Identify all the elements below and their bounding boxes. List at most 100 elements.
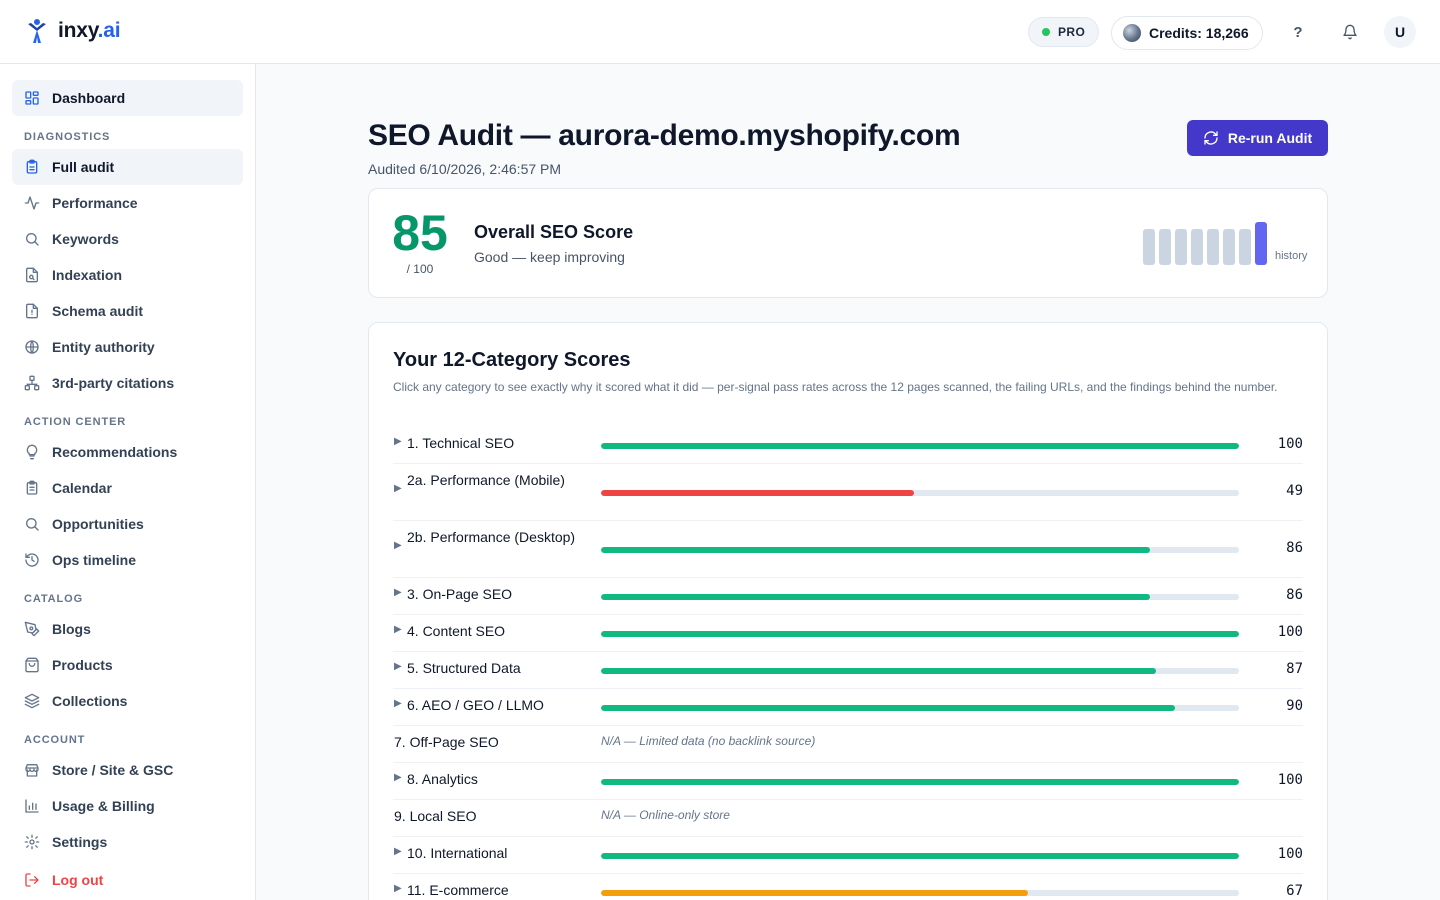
score-history-label: history <box>1275 250 1308 262</box>
sidebar-item-label: Settings <box>52 834 108 850</box>
category-name: 9. Local SEO <box>394 807 477 824</box>
category-row[interactable]: ▶ 2a. Performance (Mobile) 49 <box>393 464 1303 521</box>
logout-label: Log out <box>52 872 104 888</box>
sidebar-item-usage-billing[interactable]: Usage & Billing <box>12 788 243 824</box>
credits-button[interactable]: Credits: 18,266 <box>1111 16 1263 50</box>
category-score-fill <box>601 630 1239 637</box>
category-row[interactable]: ▶ 3. On-Page SEO 86 <box>393 578 1303 615</box>
user-avatar[interactable]: U <box>1384 16 1416 48</box>
category-row[interactable]: ▶ 2b. Performance (Desktop) 86 <box>393 521 1303 578</box>
category-score-bar <box>601 667 1239 674</box>
category-na-note: N/A — Limited data (no backlink source) <box>601 733 816 748</box>
category-score-bar <box>601 889 1239 896</box>
category-score-fill <box>601 489 914 496</box>
sidebar-item-opportunities[interactable]: Opportunities <box>12 506 243 542</box>
category-name: 11. E-commerce <box>407 881 509 898</box>
sidebar-item-settings[interactable]: Settings <box>12 824 243 860</box>
category-score-value: 100 <box>1277 771 1303 788</box>
expand-caret-icon[interactable]: ▶ <box>394 540 402 551</box>
brand[interactable]: inxy.ai <box>26 18 121 44</box>
expand-caret-icon[interactable]: ▶ <box>394 883 402 894</box>
sidebar-item-entity-authority[interactable]: Entity authority <box>12 329 243 365</box>
coin-icon <box>1123 24 1141 42</box>
category-score-value: 87 <box>1286 660 1303 677</box>
nav-section-action-center: ACTION CENTER <box>24 416 127 428</box>
sidebar-item-schema-audit[interactable]: Schema audit <box>12 293 243 329</box>
rerun-audit-button[interactable]: Re-run Audit <box>1187 120 1328 156</box>
sidebar-item-label: Products <box>52 657 113 673</box>
category-score-value: 90 <box>1286 697 1303 714</box>
credits-label: Credits: 18,266 <box>1149 25 1249 41</box>
help-button[interactable]: ? <box>1286 20 1310 44</box>
overall-score-description: Good — keep improving <box>474 249 625 265</box>
notifications-button[interactable] <box>1338 20 1362 44</box>
category-score-fill <box>601 889 1029 896</box>
sidebar-item-label: Keywords <box>52 231 119 247</box>
shopping-bag-icon <box>25 657 39 673</box>
sidebar-item-label: Calendar <box>52 480 112 496</box>
sidebar-item-label: Ops timeline <box>52 552 137 568</box>
expand-caret-icon[interactable]: ▶ <box>394 436 402 447</box>
history-bar <box>1143 229 1155 265</box>
category-score-fill <box>601 546 1150 553</box>
sidebar-item-label: Store / Site & GSC <box>52 762 174 778</box>
category-row[interactable]: ▶ 6. AEO / GEO / LLMO 90 <box>393 689 1303 726</box>
category-score-bar <box>601 778 1239 785</box>
sidebar-item-store-site[interactable]: Store / Site & GSC <box>12 752 243 788</box>
page-title: SEO Audit — aurora-demo.myshopify.com <box>368 119 961 152</box>
expand-caret-icon[interactable]: ▶ <box>394 661 402 672</box>
category-score-fill <box>601 852 1239 859</box>
sidebar-item-dashboard[interactable]: Dashboard <box>12 80 243 116</box>
sidebar-item-collections[interactable]: Collections <box>12 683 243 719</box>
category-row[interactable]: ▶ 10. International 100 <box>393 837 1303 874</box>
sidebar-item-indexation[interactable]: Indexation <box>12 257 243 293</box>
category-row[interactable]: ▶ 5. Structured Data 87 <box>393 652 1303 689</box>
expand-caret-icon[interactable]: ▶ <box>394 483 402 494</box>
overall-score-card: 85 / 100 Overall SEO Score Good — keep i… <box>368 188 1328 298</box>
sidebar-item-performance[interactable]: Performance <box>12 185 243 221</box>
sidebar-item-keywords[interactable]: Keywords <box>12 221 243 257</box>
history-bar <box>1239 229 1251 265</box>
sidebar-item-blogs[interactable]: Blogs <box>12 611 243 647</box>
category-row[interactable]: ▶ 8. Analytics 100 <box>393 763 1303 800</box>
search-icon <box>26 233 39 246</box>
category-score-value: 86 <box>1286 539 1303 556</box>
expand-caret-icon[interactable]: ▶ <box>394 772 402 783</box>
clipboard-icon <box>26 159 38 174</box>
category-name: 2a. Performance (Mobile) <box>407 471 565 488</box>
category-score-value: 100 <box>1277 623 1303 640</box>
category-row: 9. Local SEO N/A — Online-only store <box>393 800 1303 837</box>
sidebar-item-label: Indexation <box>52 267 123 283</box>
expand-caret-icon[interactable]: ▶ <box>394 846 402 857</box>
category-score-fill <box>601 667 1157 674</box>
sidebar-item-citations[interactable]: 3rd-party citations <box>12 365 243 401</box>
expand-caret-icon[interactable]: ▶ <box>394 698 402 709</box>
category-row[interactable]: ▶ 4. Content SEO 100 <box>393 615 1303 652</box>
sidebar-item-recommendations[interactable]: Recommendations <box>12 434 243 470</box>
history-bar <box>1159 229 1171 265</box>
sidebar-item-label: Collections <box>52 693 128 709</box>
sidebar-item-full-audit[interactable]: Full audit <box>12 149 243 185</box>
nav-section-diagnostics: DIAGNOSTICS <box>24 131 111 143</box>
sidebar-item-ops-timeline[interactable]: Ops timeline <box>12 542 243 578</box>
search-icon <box>26 518 39 531</box>
category-score-bar <box>601 630 1239 637</box>
history-bar <box>1175 229 1187 265</box>
expand-caret-icon[interactable]: ▶ <box>394 624 402 635</box>
sidebar-item-products[interactable]: Products <box>12 647 243 683</box>
history-icon <box>25 553 39 567</box>
logout-button[interactable]: Log out <box>12 862 243 898</box>
rerun-audit-label: Re-run Audit <box>1227 130 1313 146</box>
category-score-value: 100 <box>1277 435 1303 452</box>
category-row[interactable]: ▶ 11. E-commerce 67 <box>393 874 1303 900</box>
sidebar-item-label: 3rd-party citations <box>52 375 175 391</box>
overall-score-max: / 100 <box>406 262 434 276</box>
pen-icon <box>24 621 40 637</box>
category-row[interactable]: ▶ 1. Technical SEO 100 <box>393 427 1303 464</box>
score-history-chart[interactable] <box>1143 222 1273 265</box>
category-name: 1. Technical SEO <box>407 434 515 451</box>
expand-caret-icon[interactable]: ▶ <box>394 587 402 598</box>
sidebar-item-calendar[interactable]: Calendar <box>12 470 243 506</box>
audited-timestamp: Audited 6/10/2026, 2:46:57 PM <box>368 161 562 177</box>
sidebar-item-label: Recommendations <box>52 444 178 460</box>
